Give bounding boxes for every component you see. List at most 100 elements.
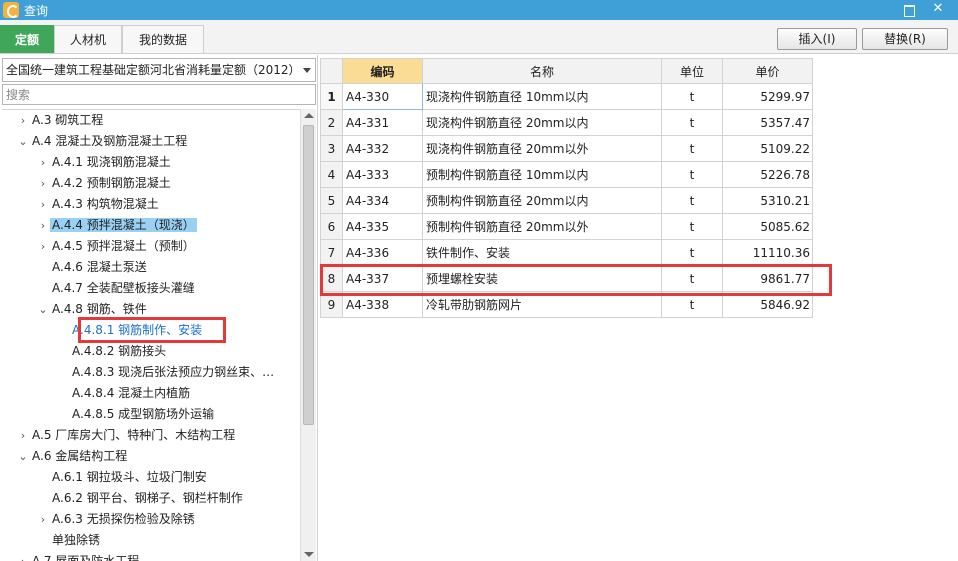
quota-table: 编码 名称 单位 单价 1 A4-330 现浇构件钢筋直径 10mm以内 t 5299.… [320,58,813,318]
tree-item[interactable]: A.6.2 钢平台、钢梯子、钢栏杆制作 [36,488,245,509]
chevron-down-icon[interactable]: ⌄ [16,131,30,152]
table-row[interactable]: 3 A4-332 现浇构件钢筋直径 20mm以外 t 5109.22 [320,135,813,162]
tab-materials[interactable]: 人材机 [54,25,122,53]
tree-item[interactable]: ⌄ A.4 混凝土及钢筋混凝土工程 [16,131,189,152]
row-number: 7 [320,239,343,266]
tree-item[interactable]: › A.4.1 现浇钢筋混凝土 [36,152,173,173]
table-row[interactable]: 7 A4-336 铁件制作、安装 t 11110.36 [320,239,813,266]
chevron-right-icon[interactable]: › [16,110,30,131]
cell-code: A4-335 [342,213,423,240]
chevron-right-icon[interactable]: › [36,236,50,257]
tree-item[interactable]: A.4.6 混凝土泵送 [36,257,149,278]
tree-item-label: A.7 屋面及防水工程 [32,554,140,561]
chevron-right-icon[interactable]: › [36,509,50,530]
tree-item[interactable]: A.6.1 钢拉圾斗、垃圾门制安 [36,467,209,488]
table-row[interactable]: 6 A4-335 预制构件钢筋直径 20mm以外 t 5085.62 [320,213,813,240]
chevron-right-icon[interactable]: › [36,215,50,236]
row-number: 2 [320,109,343,136]
scroll-thumb[interactable] [303,125,314,425]
row-number: 5 [320,187,343,214]
table-row[interactable]: 8 A4-337 预埋螺栓安装 t 9861.77 [320,265,813,292]
tree-item-label: A.6.3 无损探伤检验及除锈 [52,512,195,526]
chevron-right-icon[interactable]: › [36,194,50,215]
insert-button[interactable]: 插入(I) [777,28,857,50]
tree-item[interactable]: A.4.8.2 钢筋接头 [56,341,168,362]
tree-item-label: A.6.1 钢拉圾斗、垃圾门制安 [52,470,207,484]
tree-item[interactable]: › A.4.5 预拌混凝土（预制） [36,236,197,257]
header-rownum [320,58,343,84]
table-row[interactable]: 1 A4-330 现浇构件钢筋直径 10mm以内 t 5299.97 [320,83,813,110]
app-icon [3,2,19,18]
chevron-right-icon[interactable]: › [16,425,30,446]
search-input[interactable] [2,84,316,105]
tree-item-label: A.4.8.2 钢筋接头 [72,344,167,358]
left-panel: 全国统一建筑工程基础定额河北省消耗量定额（2012） ›A.3 砌筑工程⌄A.4… [0,55,318,561]
cell-unit: t [661,187,723,214]
chevron-down-icon[interactable]: ⌄ [36,299,50,320]
table-row[interactable]: 4 A4-333 预制构件钢筋直径 10mm以内 t 5226.78 [320,161,813,188]
tree-item[interactable]: › A.4.3 构筑物混凝土 [36,194,161,215]
cell-price: 5846.92 [722,291,813,318]
tree-scrollbar[interactable] [300,109,316,561]
tree-item[interactable]: ›A.7 屋面及防水工程 [16,551,141,561]
chevron-right-icon[interactable]: › [36,152,50,173]
scroll-down-icon[interactable] [304,552,314,557]
tree-item-label: A.4.4 预拌混凝土（现浇） [50,218,197,232]
cell-code: A4-333 [342,161,423,188]
quota-book-select[interactable]: 全国统一建筑工程基础定额河北省消耗量定额（2012） [2,58,316,82]
tab-my-data[interactable]: 我的数据 [122,25,204,53]
tree-item[interactable]: A.4.8.1 钢筋制作、安装 [56,320,204,341]
table-row[interactable]: 9 A4-338 冷轧带肋钢筋网片 t 5846.92 [320,291,813,318]
tree-item[interactable]: 单独除锈 [36,530,102,551]
tree-item[interactable]: › A.6.3 无损探伤检验及除锈 [36,509,197,530]
cell-name: 预埋螺栓安装 [422,265,662,292]
tab-quota[interactable]: 定额 [0,25,54,53]
cell-price: 5109.22 [722,135,813,162]
row-number: 6 [320,213,343,240]
chevron-right-icon[interactable]: › [36,173,50,194]
tree-item-label: A.6.2 钢平台、钢梯子、钢栏杆制作 [52,491,243,505]
replace-button[interactable]: 替换(R) [862,28,948,50]
cell-code: A4-332 [342,135,423,162]
cell-price: 5310.21 [722,187,813,214]
cell-unit: t [661,265,723,292]
chevron-right-icon[interactable]: › [16,551,30,561]
title-bar: 查询 ✕ [0,0,958,20]
cell-name: 预制构件钢筋直径 20mm以内 [422,187,662,214]
chevron-down-icon [303,68,311,73]
cell-price: 5226.78 [722,161,813,188]
header-unit[interactable]: 单位 [661,58,723,84]
header-price[interactable]: 单价 [722,58,813,84]
cell-price: 5085.62 [722,213,813,240]
tree-item[interactable]: › A.4.2 预制钢筋混凝土 [36,173,173,194]
cell-price: 11110.36 [722,239,813,266]
tree-item-label: A.3 砌筑工程 [32,113,104,127]
close-button[interactable]: ✕ [925,0,951,20]
cell-name: 预制构件钢筋直径 10mm以内 [422,161,662,188]
table-row[interactable]: 5 A4-334 预制构件钢筋直径 20mm以内 t 5310.21 [320,187,813,214]
tree-item[interactable]: ⌄ A.6 金属结构工程 [16,446,129,467]
tree-item[interactable]: › A.4.4 预拌混凝土（现浇） [36,215,197,236]
cell-name: 预制构件钢筋直径 20mm以外 [422,213,662,240]
scroll-up-icon[interactable] [304,113,314,118]
tree-item-label: A.4.1 现浇钢筋混凝土 [52,155,171,169]
tree-item[interactable]: A.4.8.4 混凝土内植筋 [56,383,192,404]
tree-item[interactable]: A.4.8.5 成型钢筋场外运输 [56,404,216,425]
minimize-button[interactable] [896,0,922,20]
tree-item[interactable]: ⌄ A.4.8 钢筋、铁件 [36,299,149,320]
tree-item[interactable]: › A.3 砌筑工程 [16,110,105,131]
cell-unit: t [661,109,723,136]
tree-item[interactable]: A.4.7 全装配壁板接头灌缝 [36,278,197,299]
tree-item-label: A.5 厂库房大门、特种门、木结构工程 [32,428,236,442]
chevron-down-icon[interactable]: ⌄ [16,446,30,467]
cell-name: 冷轧带肋钢筋网片 [422,291,662,318]
header-code[interactable]: 编码 [342,58,423,84]
cell-code: A4-334 [342,187,423,214]
header-name[interactable]: 名称 [422,58,662,84]
tree-item[interactable]: A.4.8.3 现浇后张法预应力钢丝束、… [56,362,276,383]
cell-unit: t [661,135,723,162]
tree-item-label: A.6 金属结构工程 [32,449,128,463]
tree-item[interactable]: › A.5 厂库房大门、特种门、木结构工程 [16,425,237,446]
tree-item-label: A.4.8.1 钢筋制作、安装 [72,323,203,337]
table-row[interactable]: 2 A4-331 现浇构件钢筋直径 20mm以内 t 5357.47 [320,109,813,136]
